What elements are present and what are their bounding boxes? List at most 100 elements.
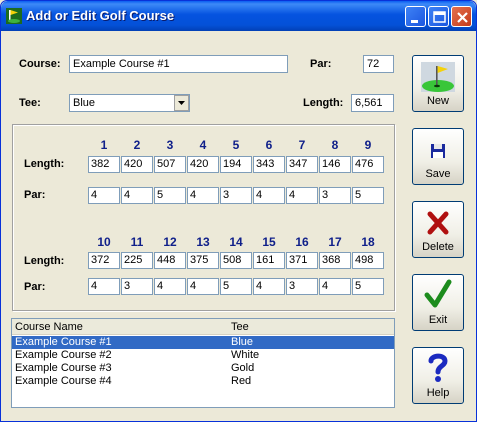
window-title: Add or Edit Golf Course — [26, 8, 175, 23]
hole-number-16: 16 — [295, 235, 309, 249]
hole-par-input-3[interactable]: 5 — [154, 187, 186, 204]
hole-length-input-13[interactable]: 375 — [187, 252, 219, 269]
minimize-button[interactable] — [405, 6, 426, 27]
help-button-label: Help — [426, 387, 450, 399]
par-label: Par: — [310, 58, 332, 70]
front-par-label: Par: — [24, 189, 46, 201]
save-button-label: Save — [425, 168, 451, 180]
question-mark-icon — [428, 353, 448, 382]
list-item-course-name: Example Course #1 — [15, 336, 112, 348]
list-item-course-name: Example Course #2 — [15, 349, 112, 361]
list-item[interactable]: Example Course #4 Red — [12, 375, 394, 388]
list-item-tee: White — [231, 349, 260, 361]
list-item-course-name: Example Course #3 — [15, 362, 112, 374]
hole-par-input-16[interactable]: 3 — [286, 278, 318, 295]
hole-par-input-6[interactable]: 4 — [253, 187, 285, 204]
list-item-tee: Blue — [231, 336, 254, 348]
back-par-label: Par: — [24, 281, 46, 293]
hole-number-15: 15 — [262, 235, 276, 249]
close-button[interactable] — [451, 6, 472, 27]
length-input[interactable]: 6,561 — [351, 94, 394, 112]
hole-par-input-7[interactable]: 4 — [286, 187, 318, 204]
list-item-tee: Red — [231, 375, 252, 387]
delete-button[interactable]: Delete — [412, 201, 464, 258]
tee-label: Tee: — [19, 97, 41, 109]
red-x-icon — [427, 211, 449, 235]
hole-length-input-4[interactable]: 420 — [187, 156, 219, 173]
list-item-tee: Gold — [231, 362, 255, 374]
hole-number-10: 10 — [97, 235, 111, 249]
course-label: Course: — [19, 58, 61, 70]
hole-number-3: 3 — [166, 138, 174, 152]
maximize-button[interactable] — [428, 6, 449, 27]
chevron-down-icon[interactable] — [174, 95, 189, 111]
hole-par-input-2[interactable]: 4 — [121, 187, 153, 204]
hole-par-input-4[interactable]: 4 — [187, 187, 219, 204]
hole-par-input-11[interactable]: 3 — [121, 278, 153, 295]
hole-number-1: 1 — [100, 138, 108, 152]
new-button-label: New — [426, 95, 449, 107]
hole-number-6: 6 — [265, 138, 273, 152]
hole-length-input-1[interactable]: 382 — [88, 156, 120, 173]
hole-par-input-17[interactable]: 4 — [319, 278, 351, 295]
hole-number-17: 17 — [328, 235, 342, 249]
list-item[interactable]: Example Course #2 White — [12, 349, 394, 362]
hole-length-input-18[interactable]: 498 — [352, 252, 384, 269]
hole-length-input-5[interactable]: 194 — [220, 156, 252, 173]
hole-par-input-15[interactable]: 4 — [253, 278, 285, 295]
hole-length-input-11[interactable]: 225 — [121, 252, 153, 269]
hole-par-input-12[interactable]: 4 — [154, 278, 186, 295]
list-item[interactable]: Example Course #1 Blue — [12, 336, 394, 349]
hole-par-input-8[interactable]: 3 — [319, 187, 351, 204]
tee-select[interactable]: Blue — [69, 94, 190, 112]
hole-length-input-9[interactable]: 476 — [352, 156, 384, 173]
course-input[interactable]: Example Course #1 — [69, 55, 288, 73]
save-button[interactable]: Save — [412, 128, 464, 185]
hole-number-4: 4 — [199, 138, 207, 152]
hole-number-5: 5 — [232, 138, 240, 152]
hole-length-input-15[interactable]: 161 — [253, 252, 285, 269]
hole-length-input-16[interactable]: 371 — [286, 252, 318, 269]
list-item[interactable]: Example Course #3 Gold — [12, 362, 394, 375]
hole-length-input-2[interactable]: 420 — [121, 156, 153, 173]
par-input[interactable]: 72 — [363, 55, 394, 73]
hole-length-input-17[interactable]: 368 — [319, 252, 351, 269]
hole-length-input-3[interactable]: 507 — [154, 156, 186, 173]
exit-button[interactable]: Exit — [412, 274, 464, 331]
app-icon — [6, 8, 22, 24]
tee-select-value: Blue — [73, 97, 96, 109]
hole-par-input-1[interactable]: 4 — [88, 187, 120, 204]
course-list[interactable]: Course Name Tee Example Course #1 Blue Exa… — [11, 318, 395, 408]
hole-number-13: 13 — [196, 235, 210, 249]
new-button[interactable]: New — [412, 55, 464, 112]
column-header-course-name[interactable]: Course Name — [15, 321, 83, 333]
hole-par-input-9[interactable]: 5 — [352, 187, 384, 204]
hole-length-input-14[interactable]: 508 — [220, 252, 252, 269]
hole-length-input-12[interactable]: 448 — [154, 252, 186, 269]
hole-par-input-14[interactable]: 5 — [220, 278, 252, 295]
hole-par-input-18[interactable]: 5 — [352, 278, 384, 295]
title-bar[interactable]: Add or Edit Golf Course — [1, 1, 476, 31]
hole-length-input-6[interactable]: 343 — [253, 156, 285, 173]
green-checkmark-icon — [424, 279, 452, 308]
hole-length-input-7[interactable]: 347 — [286, 156, 318, 173]
hole-par-input-10[interactable]: 4 — [88, 278, 120, 295]
help-button[interactable]: Help — [412, 347, 464, 404]
golf-course-window: Add or Edit Golf Course Course: Example … — [0, 0, 477, 422]
hole-number-8: 8 — [331, 138, 339, 152]
hole-par-input-5[interactable]: 3 — [220, 187, 252, 204]
exit-button-label: Exit — [428, 314, 448, 326]
hole-length-input-8[interactable]: 146 — [319, 156, 351, 173]
floppy-disk-icon — [431, 144, 445, 158]
hole-number-7: 7 — [298, 138, 306, 152]
column-header-tee[interactable]: Tee — [231, 321, 249, 333]
hole-length-input-10[interactable]: 372 — [88, 252, 120, 269]
hole-number-9: 9 — [364, 138, 372, 152]
hole-number-11: 11 — [130, 235, 144, 249]
back-length-label: Length: — [24, 255, 65, 267]
hole-par-input-13[interactable]: 4 — [187, 278, 219, 295]
delete-button-label: Delete — [422, 241, 454, 253]
front-length-label: Length: — [24, 158, 65, 170]
hole-number-14: 14 — [229, 235, 243, 249]
list-header: Course Name Tee — [12, 319, 394, 335]
